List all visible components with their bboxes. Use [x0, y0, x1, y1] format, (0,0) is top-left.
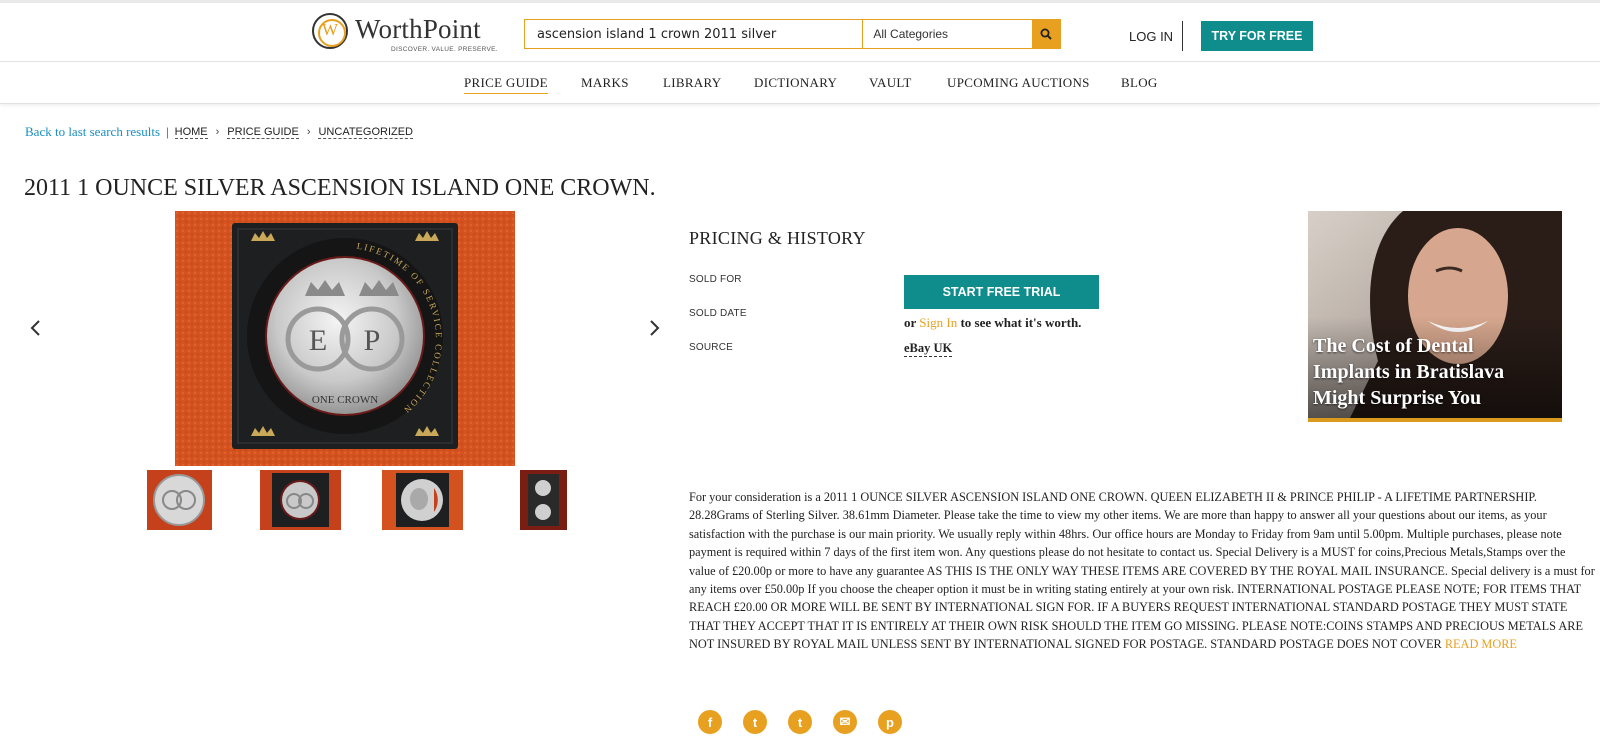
- read-more-link[interactable]: READ MORE: [1445, 637, 1517, 651]
- breadcrumb-chevron: ›: [306, 126, 311, 138]
- nav-marks[interactable]: MARKS: [581, 75, 629, 91]
- thumbnail-3-image: [382, 470, 463, 530]
- page-title: 2011 1 OUNCE SILVER ASCENSION ISLAND ONE…: [24, 175, 656, 201]
- social-share-bar: f t t ✉ p: [698, 710, 902, 734]
- gallery-prev-button[interactable]: [28, 318, 44, 338]
- facebook-icon[interactable]: f: [698, 710, 722, 734]
- start-free-trial-button[interactable]: START FREE TRIAL: [904, 275, 1099, 309]
- main-nav: PRICE GUIDE MARKS LIBRARY DICTIONARY VAU…: [0, 63, 1600, 104]
- search-icon: [1040, 28, 1052, 40]
- worth-text: to see what it's worth.: [960, 315, 1082, 330]
- nav-upcoming-auctions[interactable]: UPCOMING AUCTIONS: [947, 75, 1090, 91]
- sold-for-label: SOLD FOR: [689, 274, 742, 285]
- nav-dictionary[interactable]: DICTIONARY: [754, 75, 837, 91]
- breadcrumb-home[interactable]: HOME: [174, 126, 208, 139]
- coin-denomination: ONE CROWN: [312, 394, 378, 406]
- breadcrumb: Back to last search results | HOME › PRI…: [25, 124, 414, 140]
- thumbnail-1-image: [147, 470, 212, 530]
- source-label: SOURCE: [689, 342, 733, 353]
- chevron-right-icon: [650, 320, 660, 336]
- advertisement[interactable]: The Cost of Dental Implants in Bratislav…: [1308, 211, 1562, 422]
- email-icon[interactable]: ✉: [833, 710, 857, 734]
- chevron-left-icon: [30, 320, 40, 336]
- site-header: W WorthPoint DISCOVER. VALUE. PRESERVE. …: [0, 3, 1600, 62]
- search-input[interactable]: [525, 20, 863, 48]
- gallery-next-button[interactable]: [646, 318, 662, 338]
- nav-library[interactable]: LIBRARY: [663, 75, 721, 91]
- search-button[interactable]: [1032, 20, 1060, 48]
- breadcrumb-uncategorized[interactable]: UNCATEGORIZED: [318, 126, 414, 139]
- thumbnail-3[interactable]: [382, 470, 463, 530]
- ad-headline: The Cost of Dental Implants in Bratislav…: [1313, 335, 1505, 409]
- description-text: For your consideration is a 2011 1 OUNCE…: [689, 490, 1595, 652]
- pricing-heading: PRICING & HISTORY: [689, 228, 866, 248]
- thumbnail-4[interactable]: [520, 470, 567, 530]
- sold-date-label: SOLD DATE: [689, 308, 747, 319]
- thumbnail-4-image: [520, 470, 567, 530]
- search-bar: All Categories: [524, 19, 1061, 49]
- try-for-free-button[interactable]: TRY FOR FREE: [1201, 21, 1313, 51]
- item-description: For your consideration is a 2011 1 OUNCE…: [689, 488, 1595, 654]
- sign-in-prompt: or Sign In to see what it's worth.: [904, 315, 1081, 331]
- thumbnail-2[interactable]: [260, 470, 341, 530]
- coin-monogram-e: E: [309, 324, 327, 357]
- nav-blog[interactable]: BLOG: [1121, 75, 1158, 91]
- header-divider: [1182, 21, 1183, 51]
- logo-name: WorthPoint: [355, 14, 481, 44]
- source-value-link[interactable]: eBay UK: [904, 341, 953, 357]
- login-link[interactable]: LOG IN: [1129, 29, 1173, 44]
- category-select[interactable]: All Categories: [862, 20, 1032, 48]
- main-product-photo[interactable]: E P ONE CROWN LIFETIME OF SERVICE COLLEC…: [175, 211, 515, 466]
- coin-image: E P ONE CROWN LIFETIME OF SERVICE COLLEC…: [175, 211, 515, 466]
- breadcrumb-pipe: |: [166, 124, 169, 139]
- breadcrumb-chevron: ›: [215, 126, 220, 138]
- logo-letter: W: [321, 20, 339, 39]
- back-to-results-link[interactable]: Back to last search results: [25, 124, 160, 140]
- or-text: or: [904, 315, 917, 330]
- nav-vault[interactable]: VAULT: [869, 75, 912, 91]
- twitter-icon[interactable]: t: [743, 710, 767, 734]
- logo-tagline: DISCOVER. VALUE. PRESERVE.: [391, 46, 498, 53]
- sign-in-link[interactable]: Sign In: [919, 315, 957, 330]
- thumbnail-1[interactable]: [147, 470, 212, 530]
- coin-monogram-p: P: [364, 324, 381, 357]
- pinterest-icon[interactable]: p: [878, 710, 902, 734]
- nav-price-guide[interactable]: PRICE GUIDE: [464, 75, 548, 94]
- thumbnail-2-image: [260, 470, 341, 530]
- worthpoint-logo[interactable]: W WorthPoint DISCOVER. VALUE. PRESERVE.: [312, 12, 498, 58]
- tumblr-icon[interactable]: t: [788, 710, 812, 734]
- breadcrumb-price-guide[interactable]: PRICE GUIDE: [227, 126, 299, 139]
